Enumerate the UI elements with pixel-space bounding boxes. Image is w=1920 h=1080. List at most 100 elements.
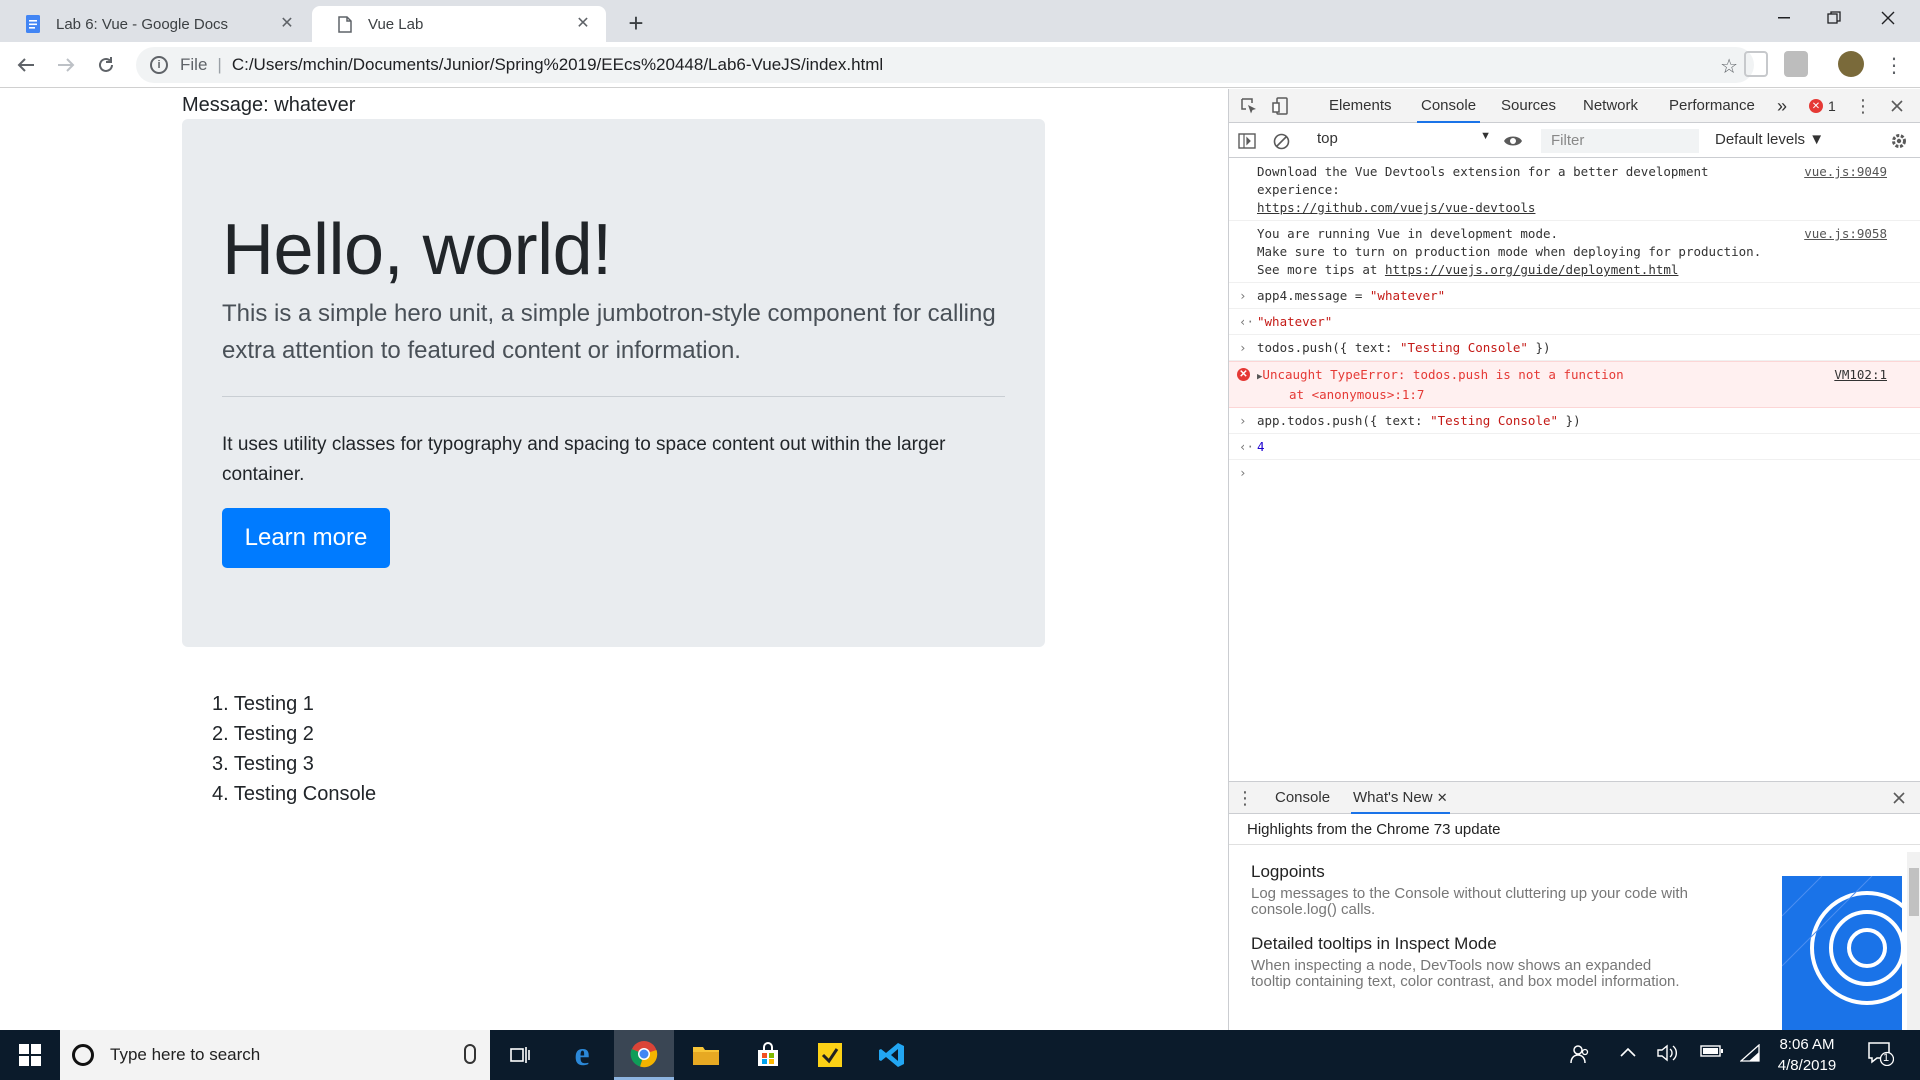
result-arrow-icon: ‹· (1239, 314, 1255, 329)
forward-button[interactable] (50, 49, 82, 81)
store-icon[interactable] (738, 1030, 798, 1080)
close-tab-icon[interactable]: ✕ (278, 15, 296, 33)
input-chevron-icon: › (1239, 413, 1247, 428)
search-placeholder: Type here to search (110, 1045, 261, 1064)
address-bar[interactable]: i File | C:/Users/mchin/Documents/Junior… (136, 47, 1754, 83)
input-string: "Testing Console" (1430, 413, 1559, 428)
tab-vue-lab[interactable]: Vue Lab ✕ (312, 6, 606, 42)
tab-sources[interactable]: Sources (1501, 89, 1556, 123)
sticky-notes-icon[interactable] (800, 1030, 860, 1080)
devtools-panel: Elements Console Sources Network Perform… (1228, 89, 1920, 1031)
error-count-badge[interactable]: ✕ 1 (1809, 98, 1836, 114)
tab-elements[interactable]: Elements (1329, 89, 1392, 123)
result-value: 4 (1257, 439, 1265, 454)
drawer-tab-bar: ⋮ Console What's New ✕ (1229, 782, 1920, 814)
chrome-menu-icon[interactable]: ⋮ (1878, 49, 1910, 81)
edge-icon[interactable]: e (552, 1030, 612, 1080)
people-icon[interactable] (1570, 1044, 1590, 1069)
taskbar-clock[interactable]: 8:06 AM 4/8/2019 (1770, 1034, 1844, 1076)
tab-performance[interactable]: Performance (1669, 89, 1755, 123)
console-result-row: ‹· "whatever" (1229, 309, 1920, 335)
context-selector[interactable]: top ▼ (1317, 130, 1491, 152)
live-expression-eye-icon[interactable] (1503, 131, 1523, 151)
taskbar-search-box[interactable]: Type here to search (60, 1030, 490, 1080)
close-tab-icon[interactable]: ✕ (574, 15, 592, 33)
clock-time: 8:06 AM (1779, 1036, 1835, 1053)
action-center-icon[interactable]: 1 (1868, 1042, 1895, 1071)
page-viewport: Message: whatever Hello, world! This is … (0, 89, 1228, 1030)
notification-count: 1 (1883, 1052, 1890, 1064)
learn-more-button[interactable]: Learn more (222, 508, 390, 568)
feature-logpoints[interactable]: Logpoints Log messages to the Console wi… (1251, 862, 1691, 918)
feature-title: Logpoints (1251, 862, 1325, 881)
prompt-chevron-icon: › (1239, 465, 1247, 480)
chrome-icon[interactable] (614, 1030, 674, 1080)
console-message: Download the Vue Devtools extension for … (1229, 159, 1920, 221)
devtools-link[interactable]: https://github.com/vuejs/vue-devtools (1257, 200, 1535, 215)
list-item: 3. Testing 3 (212, 753, 314, 775)
microphone-icon[interactable] (464, 1044, 476, 1064)
back-button[interactable] (10, 49, 42, 81)
close-drawer-icon[interactable] (1889, 788, 1909, 808)
show-sidebar-icon[interactable] (1237, 131, 1257, 151)
divider (222, 396, 1005, 397)
feature-detailed-tooltips[interactable]: Detailed tooltips in Inspect Mode When i… (1251, 934, 1691, 990)
task-view-icon[interactable] (490, 1030, 550, 1080)
console-input-row: › app4.message = "whatever" (1229, 283, 1920, 309)
input-code: todos.push({ text: (1257, 340, 1400, 355)
source-link[interactable]: vue.js:9058 (1804, 225, 1887, 243)
feature-title: Detailed tooltips in Inspect Mode (1251, 934, 1497, 953)
vscode-icon[interactable] (862, 1030, 922, 1080)
source-link[interactable]: VM102:1 (1834, 366, 1887, 384)
dropdown-arrow-icon: ▼ (1480, 130, 1491, 142)
inspect-element-icon[interactable] (1239, 96, 1259, 116)
site-info-icon[interactable]: i (150, 56, 168, 74)
wifi-icon[interactable] (1739, 1043, 1760, 1067)
scrollbar-thumb[interactable] (1909, 868, 1919, 916)
input-operator: = (1347, 288, 1370, 303)
device-toolbar-icon[interactable] (1271, 96, 1291, 116)
list-item: 4. Testing Console (212, 783, 377, 805)
console-error-row[interactable]: ✕ ▶Uncaught TypeError: todos.push is not… (1229, 361, 1920, 408)
error-icon: ✕ (1237, 368, 1250, 381)
log-levels-dropdown[interactable]: Default levels ▼ (1715, 131, 1824, 148)
source-link[interactable]: vue.js:9049 (1804, 163, 1887, 181)
console-settings-gear-icon[interactable] (1889, 131, 1909, 151)
jumbotron-body: It uses utility classes for typography a… (222, 434, 946, 485)
file-explorer-icon[interactable] (676, 1030, 736, 1080)
console-output: Download the Vue Devtools extension for … (1229, 159, 1920, 779)
profile-avatar[interactable] (1838, 51, 1864, 77)
page-icon (336, 15, 354, 33)
console-prompt[interactable]: › (1229, 460, 1920, 480)
input-code: app4.message (1257, 288, 1348, 303)
extension-icon[interactable] (1744, 51, 1768, 77)
tab-console[interactable]: Console (1417, 89, 1481, 123)
show-hidden-icons-chevron-icon[interactable] (1620, 1044, 1636, 1062)
devtools-menu-icon[interactable]: ⋮ (1853, 96, 1873, 116)
more-tabs-button[interactable]: » (1777, 89, 1787, 123)
volume-icon[interactable] (1656, 1044, 1678, 1067)
tab-google-docs[interactable]: Lab 6: Vue - Google Docs ✕ (0, 6, 310, 42)
battery-icon[interactable] (1700, 1044, 1724, 1063)
jumbotron: Hello, world! This is a simple hero unit… (182, 119, 1045, 647)
extension-icon[interactable] (1784, 51, 1808, 77)
tab-network[interactable]: Network (1583, 89, 1638, 123)
start-button[interactable] (0, 1030, 60, 1080)
bookmark-star-icon[interactable]: ☆ (1720, 54, 1738, 79)
deployment-link[interactable]: https://vuejs.org/guide/deployment.html (1385, 262, 1679, 277)
input-code-tail: }) (1527, 340, 1551, 355)
new-tab-button[interactable]: + (622, 9, 650, 37)
close-devtools-icon[interactable] (1887, 96, 1907, 116)
drawer-scrollbar[interactable] (1907, 852, 1920, 1031)
close-window-button[interactable] (1856, 0, 1920, 36)
google-docs-icon (24, 15, 42, 33)
close-tab-icon[interactable]: ✕ (1437, 790, 1448, 805)
drawer-menu-icon[interactable]: ⋮ (1235, 788, 1255, 808)
drawer-tab-console[interactable]: Console (1275, 782, 1330, 814)
console-result-row: ‹· 4 (1229, 434, 1920, 460)
reload-button[interactable] (90, 49, 122, 81)
drawer-tab-whats-new[interactable]: What's New ✕ (1351, 782, 1450, 814)
context-value: top (1317, 130, 1338, 147)
clear-console-icon[interactable] (1271, 131, 1291, 151)
filter-input[interactable]: Filter (1541, 129, 1699, 153)
